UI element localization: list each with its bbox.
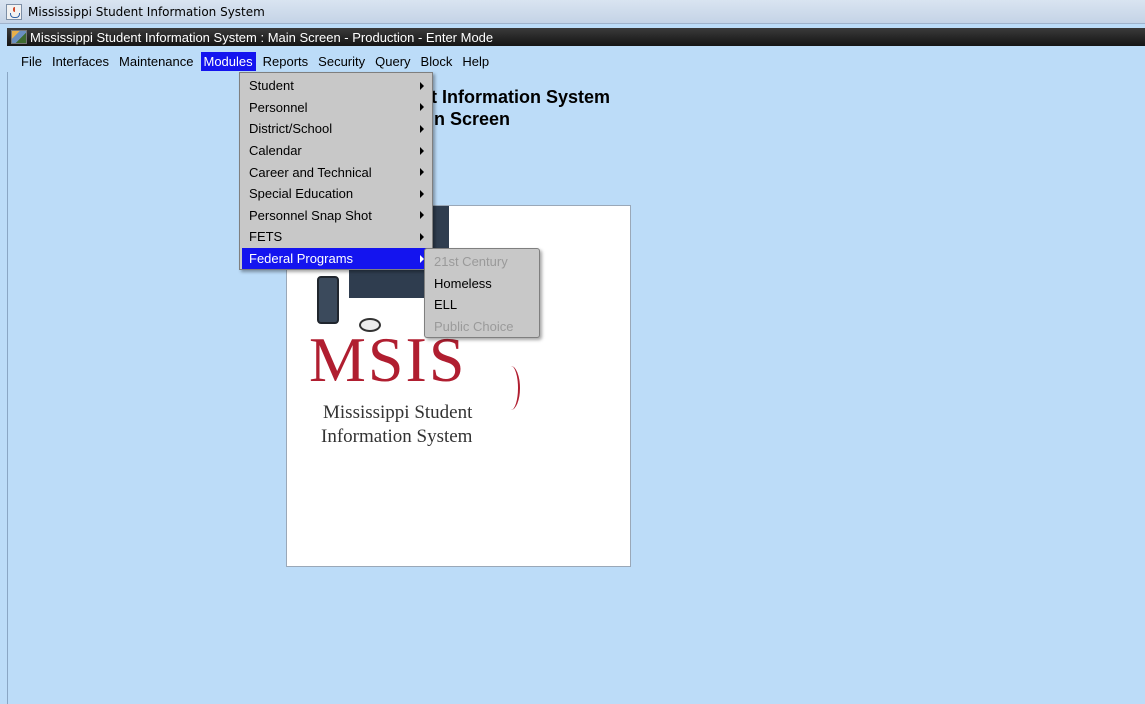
menu-interfaces[interactable]: Interfaces bbox=[49, 52, 112, 71]
menu-bar: File Interfaces Maintenance Modules Repo… bbox=[7, 50, 1145, 72]
submenu-item-21st-century: 21st Century bbox=[427, 251, 537, 273]
submenu-arrow-icon bbox=[420, 146, 424, 155]
submenu-arrow-icon bbox=[420, 211, 424, 220]
logo-swoosh bbox=[502, 366, 520, 410]
federal-programs-submenu: 21st Century Homeless ELL Public Choice bbox=[424, 248, 540, 338]
outer-window-title: Mississippi Student Information System bbox=[28, 4, 265, 19]
menu-help[interactable]: Help bbox=[459, 52, 492, 71]
submenu-arrow-icon bbox=[420, 232, 424, 241]
logo-line-1: Mississippi Student bbox=[323, 402, 473, 423]
submenu-arrow-icon bbox=[420, 81, 424, 90]
page-title-line2: n Screen bbox=[434, 109, 511, 129]
menu-item-label: Calendar bbox=[249, 143, 302, 159]
menu-item-student[interactable]: Student bbox=[242, 75, 430, 97]
menu-item-label: Federal Programs bbox=[249, 251, 354, 267]
app-icon bbox=[11, 30, 27, 44]
menu-security[interactable]: Security bbox=[315, 52, 368, 71]
inner-window-title-bar: Mississippi Student Information System :… bbox=[7, 28, 1145, 46]
submenu-item-label: 21st Century bbox=[434, 254, 508, 270]
menu-item-fets[interactable]: FETS bbox=[242, 226, 430, 248]
menu-item-label: FETS bbox=[249, 229, 283, 245]
menu-item-career-technical[interactable]: Career and Technical bbox=[242, 161, 430, 183]
submenu-item-homeless[interactable]: Homeless bbox=[427, 273, 537, 295]
submenu-arrow-icon bbox=[420, 189, 424, 198]
submenu-item-label: Homeless bbox=[434, 275, 492, 291]
menu-item-label: District/School bbox=[249, 121, 333, 137]
menu-block[interactable]: Block bbox=[418, 52, 456, 71]
menu-maintenance[interactable]: Maintenance bbox=[116, 52, 196, 71]
menu-item-label: Student bbox=[249, 78, 294, 94]
outer-window-title-bar: Mississippi Student Information System bbox=[0, 0, 1145, 24]
submenu-item-label: ELL bbox=[434, 297, 458, 313]
menu-item-label: Special Education bbox=[249, 186, 354, 202]
menu-query[interactable]: Query bbox=[372, 52, 413, 71]
menu-item-federal-programs[interactable]: Federal Programs bbox=[242, 247, 430, 270]
menu-file[interactable]: File bbox=[18, 52, 45, 71]
menu-modules[interactable]: Modules bbox=[200, 51, 256, 71]
submenu-arrow-icon bbox=[420, 168, 424, 177]
submenu-item-ell[interactable]: ELL bbox=[427, 294, 537, 316]
menu-item-personnel[interactable]: Personnel bbox=[242, 97, 430, 119]
menu-item-district-school[interactable]: District/School bbox=[242, 118, 430, 140]
submenu-arrow-icon bbox=[420, 103, 424, 112]
page-title-line1: nt Information System bbox=[420, 87, 611, 107]
logo-line-2: Information System bbox=[321, 426, 473, 447]
menu-item-calendar[interactable]: Calendar bbox=[242, 140, 430, 162]
submenu-item-public-choice: Public Choice bbox=[427, 316, 537, 338]
menu-item-personnel-snap-shot[interactable]: Personnel Snap Shot bbox=[242, 205, 430, 227]
menu-item-special-education[interactable]: Special Education bbox=[242, 183, 430, 205]
menu-item-label: Personnel Snap Shot bbox=[249, 207, 372, 223]
java-icon bbox=[6, 3, 22, 20]
menu-item-label: Personnel bbox=[249, 99, 308, 115]
modules-dropdown-menu: Student Personnel District/School Calend… bbox=[239, 72, 433, 270]
phone-image bbox=[317, 276, 339, 324]
submenu-item-label: Public Choice bbox=[434, 318, 514, 334]
menu-reports[interactable]: Reports bbox=[260, 52, 312, 71]
submenu-arrow-icon bbox=[420, 124, 424, 133]
menu-item-label: Career and Technical bbox=[249, 164, 372, 180]
inner-window-title: Mississippi Student Information System :… bbox=[30, 29, 494, 45]
